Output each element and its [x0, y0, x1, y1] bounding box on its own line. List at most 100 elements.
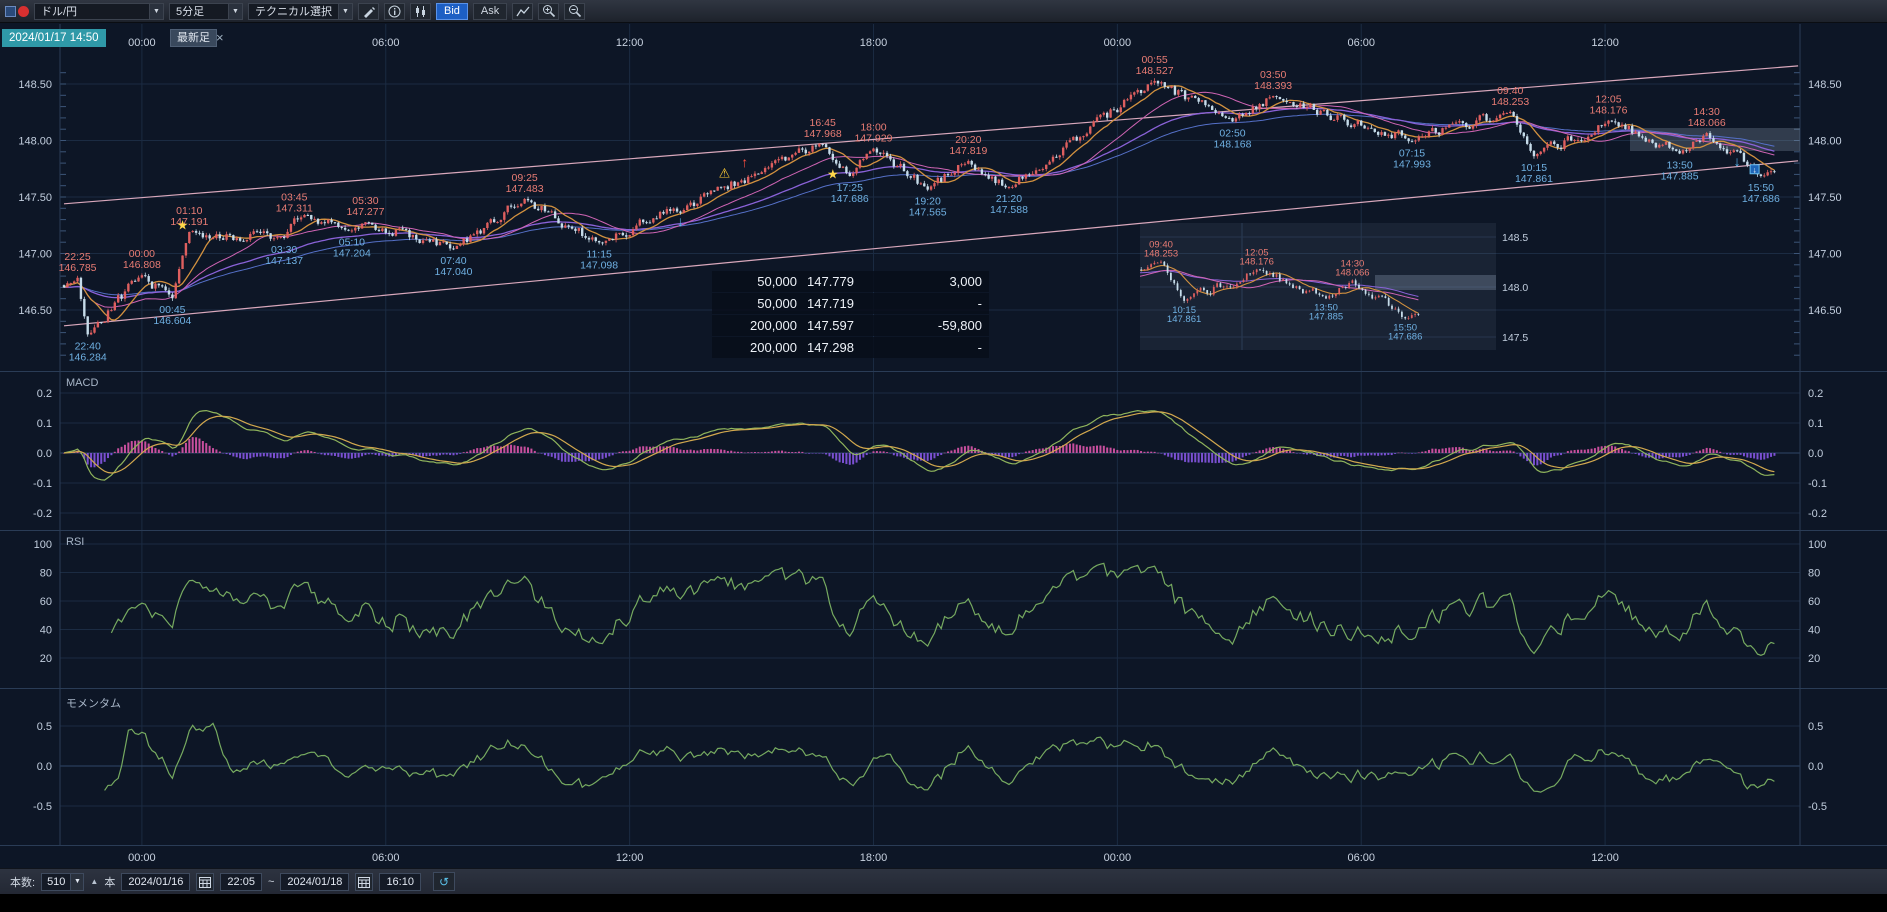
svg-text:147.098: 147.098 — [580, 259, 618, 271]
svg-text:146.50: 146.50 — [1808, 305, 1842, 317]
bid-toggle[interactable]: Bid — [436, 3, 468, 20]
zoom-out-button[interactable] — [564, 3, 585, 20]
svg-text:00:00: 00:00 — [1104, 852, 1132, 864]
candlestick-icon — [414, 5, 427, 18]
position-row[interactable]: 200,000 147.597 -59,800 — [712, 315, 989, 336]
svg-text:00:00: 00:00 — [128, 852, 156, 864]
bottom-toolbar: 本数: 510 ▼ ▲ 本 2024/01/16 22:05 ~ 2024/01… — [0, 868, 1887, 894]
reset-range-button[interactable]: ↺ — [433, 872, 455, 891]
svg-text:100: 100 — [1808, 539, 1826, 551]
position-qty: 50,000 — [712, 271, 807, 292]
position-qty: 200,000 — [712, 315, 807, 336]
position-row[interactable]: 50,000 147.779 3,000 — [712, 271, 989, 292]
svg-text:-0.2: -0.2 — [1808, 508, 1827, 520]
svg-text:147.861: 147.861 — [1515, 173, 1553, 185]
position-price: 147.298 — [807, 337, 893, 358]
selected-candle-datetime-chip[interactable]: 2024/01/17 14:50 — [2, 29, 106, 47]
svg-text:148.00: 148.00 — [1808, 136, 1842, 148]
svg-text:100: 100 — [34, 539, 52, 551]
position-pnl: -59,800 — [893, 315, 989, 336]
svg-text:147.00: 147.00 — [18, 249, 52, 261]
technical-select[interactable]: テクニカル選択 ▼ — [248, 3, 353, 20]
svg-text:40: 40 — [40, 625, 52, 637]
svg-text:146.284: 146.284 — [69, 351, 107, 363]
svg-text:12:00: 12:00 — [1591, 37, 1619, 49]
svg-text:147.929: 147.929 — [855, 133, 893, 145]
svg-text:148.527: 148.527 — [1136, 65, 1174, 77]
bar-count-label: 本数: — [10, 874, 35, 890]
svg-text:146.808: 146.808 — [123, 259, 161, 271]
svg-text:0.2: 0.2 — [37, 388, 52, 400]
technical-select-label: テクニカル選択 — [249, 4, 338, 19]
currency-pair-label: ドル/円 — [35, 4, 149, 19]
svg-text:147.686: 147.686 — [831, 193, 869, 205]
draw-tool-button[interactable] — [358, 3, 379, 20]
chevron-down-icon[interactable]: ▼ — [338, 4, 352, 19]
timeframe-select[interactable]: 5分足 ▼ — [169, 3, 243, 20]
date-to-input[interactable]: 2024/01/18 — [280, 873, 349, 891]
time-from-input[interactable]: 22:05 — [220, 873, 262, 891]
svg-text:148.00: 148.00 — [18, 136, 52, 148]
calendar-from-button[interactable] — [196, 873, 214, 891]
price-chart-svg[interactable]: 00:0000:0006:0006:0012:0012:0018:0018:00… — [0, 0, 1887, 868]
position-price: 147.779 — [807, 271, 893, 292]
pencil-icon — [362, 5, 375, 18]
position-qty: 200,000 — [712, 337, 807, 358]
svg-text:80: 80 — [1808, 568, 1820, 580]
chevron-down-icon[interactable]: ▼ — [70, 874, 83, 890]
svg-text:147.885: 147.885 — [1661, 170, 1699, 182]
calendar-to-button[interactable] — [355, 873, 373, 891]
close-icon[interactable]: × — [216, 29, 224, 47]
position-row[interactable]: 50,000 147.719 - — [712, 293, 989, 314]
svg-text:148.168: 148.168 — [1214, 139, 1252, 151]
chart-type-button[interactable] — [410, 3, 431, 20]
info-button[interactable] — [384, 3, 405, 20]
svg-text:147.483: 147.483 — [506, 183, 544, 195]
svg-text:-0.5: -0.5 — [33, 801, 52, 813]
svg-text:06:00: 06:00 — [1347, 37, 1375, 49]
svg-text:148.5: 148.5 — [1502, 232, 1528, 244]
svg-text:148.253: 148.253 — [1491, 96, 1529, 108]
svg-text:-0.1: -0.1 — [1808, 478, 1827, 490]
line-chart-button[interactable] — [512, 3, 533, 20]
svg-text:147.5: 147.5 — [1502, 332, 1528, 344]
fx-chart-app: ドル/円 ▼ 5分足 ▼ テクニカル選択 ▼ Bid Ask — [0, 0, 1887, 912]
svg-text:↓: ↓ — [677, 213, 684, 229]
position-pnl: - — [893, 337, 989, 358]
position-row[interactable]: 200,000 147.298 - — [712, 337, 989, 358]
svg-text:147.311: 147.311 — [276, 202, 313, 214]
bar-unit-label: 本 — [104, 874, 115, 890]
chart-canvas[interactable]: 00:0000:0006:0006:0012:0012:0018:0018:00… — [0, 0, 1887, 868]
svg-text:147.588: 147.588 — [990, 204, 1028, 216]
bar-count-up-button[interactable]: ▲ — [90, 877, 98, 886]
svg-text:0.0: 0.0 — [1808, 761, 1823, 773]
svg-text:06:00: 06:00 — [1347, 852, 1375, 864]
svg-text:12:00: 12:00 — [616, 852, 644, 864]
calendar-icon — [358, 876, 370, 888]
svg-text:20: 20 — [1808, 653, 1820, 665]
chevron-down-icon[interactable]: ▼ — [228, 4, 242, 19]
currency-pair-select[interactable]: ドル/円 ▼ — [34, 3, 164, 20]
line-chart-icon — [516, 5, 530, 18]
svg-text:0.5: 0.5 — [37, 721, 52, 733]
svg-text:148.066: 148.066 — [1688, 117, 1726, 129]
svg-text:147.861: 147.861 — [1167, 314, 1201, 325]
svg-text:147.968: 147.968 — [804, 128, 842, 140]
ask-toggle[interactable]: Ask — [473, 3, 507, 20]
position-pnl: - — [893, 293, 989, 314]
svg-text:00:00: 00:00 — [128, 37, 156, 49]
svg-text:148.50: 148.50 — [1808, 79, 1842, 91]
time-to-input[interactable]: 16:10 — [379, 873, 421, 891]
tab-latest-bar[interactable]: 最新足 — [170, 29, 217, 47]
date-from-input[interactable]: 2024/01/16 — [121, 873, 190, 891]
svg-text:12:00: 12:00 — [1591, 852, 1619, 864]
zoom-in-button[interactable] — [538, 3, 559, 20]
taskbar-strip — [0, 894, 1887, 912]
bar-count-select[interactable]: 510 ▼ — [41, 873, 84, 891]
svg-text:18:00: 18:00 — [860, 852, 888, 864]
position-price: 147.597 — [807, 315, 893, 336]
svg-text:147.686: 147.686 — [1742, 193, 1780, 205]
zoom-out-icon — [568, 4, 582, 18]
svg-text:-0.2: -0.2 — [33, 508, 52, 520]
chevron-down-icon[interactable]: ▼ — [149, 4, 163, 19]
